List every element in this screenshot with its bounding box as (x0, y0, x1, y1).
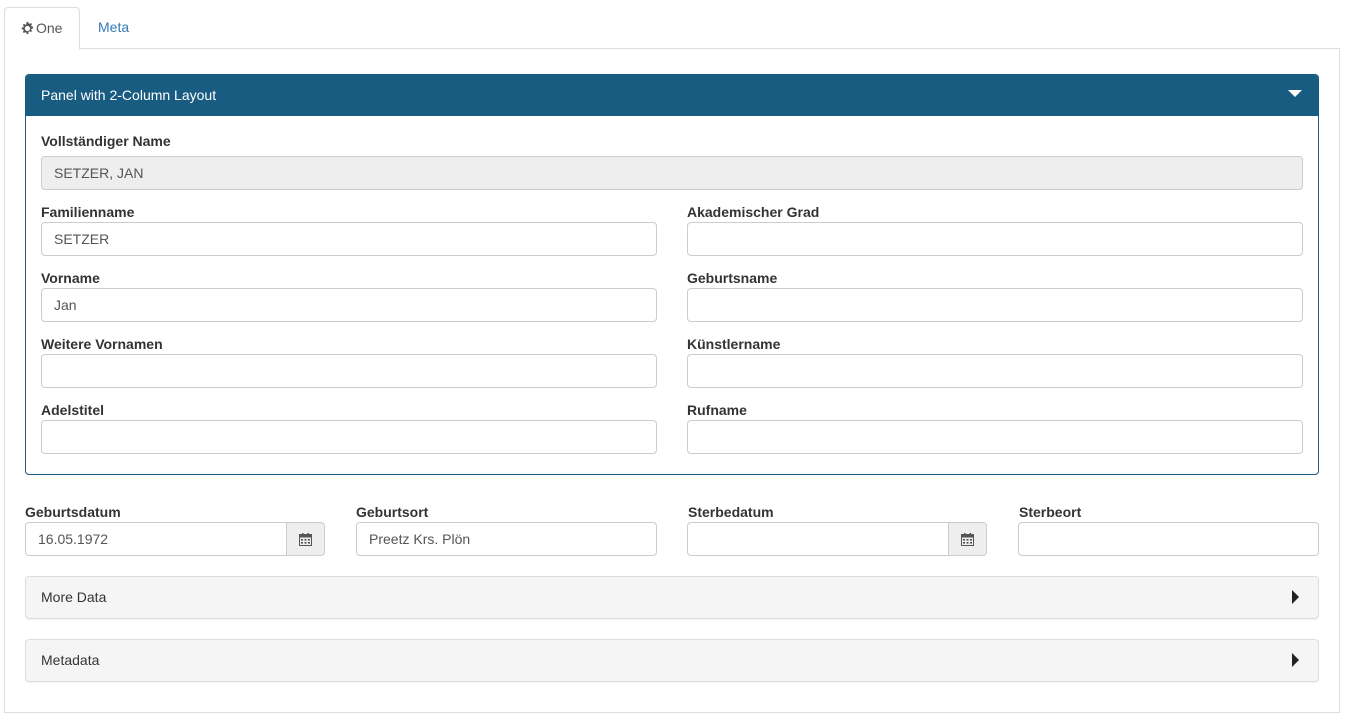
adelstitel-label: Adelstitel (41, 402, 105, 418)
familienname-input[interactable]: SETZER (41, 222, 657, 256)
calendar-icon (299, 533, 312, 546)
geburtsort-label: Geburtsort (356, 504, 429, 520)
tab-bar: One Meta (4, 7, 1340, 50)
sterbedatum-input[interactable] (687, 522, 949, 556)
sterbeort-input[interactable] (1018, 522, 1319, 556)
caret-right-icon (1292, 590, 1299, 604)
geburtsdatum-input[interactable]: 16.05.1972 (25, 522, 287, 556)
panel-header[interactable]: Panel with 2-Column Layout (26, 75, 1318, 116)
rufname-label: Rufname (687, 402, 747, 418)
sterbedatum-label: Sterbedatum (688, 504, 774, 520)
full-name-label: Vollständiger Name (41, 133, 171, 149)
kuenstlername-label: Künstlername (687, 336, 781, 352)
geburtsdatum-label: Geburtsdatum (25, 504, 121, 520)
familienname-label: Familienname (41, 204, 135, 220)
calendar-icon (961, 533, 974, 546)
vorname-label: Vorname (41, 270, 100, 286)
kuenstlername-input[interactable] (687, 354, 1303, 388)
full-name-field[interactable]: SETZER, JAN (41, 156, 1303, 190)
gear-icon (21, 21, 34, 35)
tab-meta-label: Meta (98, 19, 130, 35)
more-data-panel-header[interactable]: More Data (25, 576, 1319, 619)
tab-one-label: One (36, 20, 63, 36)
tab-meta[interactable]: Meta (82, 7, 145, 49)
metadata-label: Metadata (41, 652, 100, 668)
weitere-vornamen-label: Weitere Vornamen (41, 336, 163, 352)
sterbeort-label: Sterbeort (1019, 504, 1082, 520)
geburtsort-input[interactable]: Preetz Krs. Plön (356, 522, 657, 556)
caret-right-icon (1292, 653, 1299, 667)
two-column-panel: Panel with 2-Column Layout (25, 74, 1319, 475)
caret-down-icon (1288, 90, 1302, 97)
akademischer-grad-input[interactable] (687, 222, 1303, 256)
weitere-vornamen-input[interactable] (41, 354, 657, 388)
more-data-label: More Data (41, 589, 107, 605)
sterbedatum-calendar-button[interactable] (948, 522, 987, 556)
geburtsdatum-calendar-button[interactable] (286, 522, 325, 556)
rufname-input[interactable] (687, 420, 1303, 454)
metadata-panel-header[interactable]: Metadata (25, 639, 1319, 682)
adelstitel-input[interactable] (41, 420, 657, 454)
geburtsname-label: Geburtsname (687, 270, 778, 286)
panel-title: Panel with 2-Column Layout (41, 87, 217, 103)
tab-one[interactable]: One (4, 7, 80, 50)
akademischer-grad-label: Akademischer Grad (687, 204, 820, 220)
vorname-input[interactable]: Jan (41, 288, 657, 322)
geburtsname-input[interactable] (687, 288, 1303, 322)
